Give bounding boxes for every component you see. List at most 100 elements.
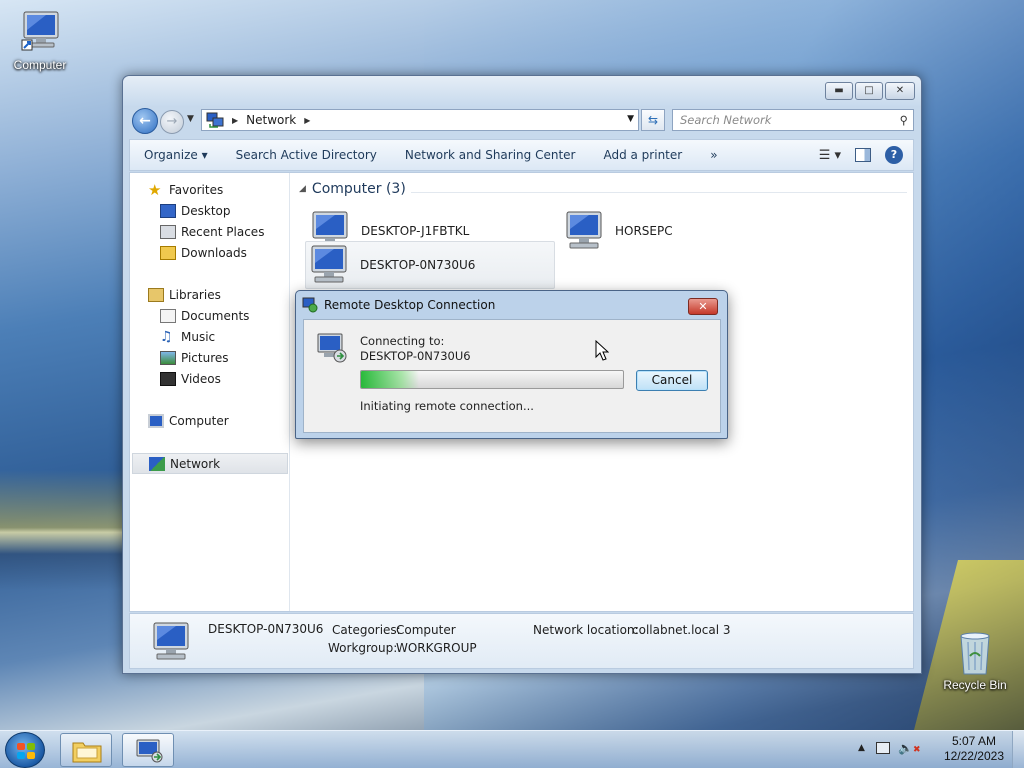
nav-libraries-label: Libraries bbox=[169, 288, 221, 302]
desktop-icon bbox=[160, 204, 176, 218]
breadcrumb-separator-icon: ▶ bbox=[232, 115, 239, 125]
remote-desktop-icon bbox=[136, 739, 163, 763]
nav-videos[interactable]: Videos bbox=[160, 372, 221, 386]
nav-music[interactable]: ♫ Music bbox=[160, 330, 215, 344]
search-input[interactable]: Search Network ⚲ bbox=[672, 109, 914, 131]
clock-date: 12/22/2023 bbox=[943, 749, 1004, 763]
refresh-button[interactable]: ⇆ bbox=[641, 109, 665, 131]
cancel-button[interactable]: Cancel bbox=[636, 370, 708, 391]
system-tray: ▲ 🔈✖ 5:07 AM 12/22/2023 bbox=[854, 731, 1024, 768]
details-workgroup-label: Workgroup: bbox=[328, 641, 398, 655]
progress-fill bbox=[361, 371, 419, 388]
caption-buttons: ▬ □ ✕ bbox=[825, 82, 915, 100]
taskbar-rdp-button[interactable] bbox=[122, 733, 174, 767]
nav-recent-label: Recent Places bbox=[181, 225, 265, 239]
nav-network-label: Network bbox=[170, 456, 221, 471]
more-commands-button[interactable]: » bbox=[696, 148, 731, 162]
breadcrumb-separator-icon[interactable]: ▶ bbox=[304, 116, 310, 125]
details-name: DESKTOP-0N730U6 bbox=[208, 622, 324, 636]
breadcrumb-network[interactable]: Network bbox=[246, 113, 296, 127]
clock-time: 5:07 AM bbox=[951, 734, 996, 748]
address-dropdown-icon[interactable]: ▼ bbox=[627, 114, 634, 124]
rdp-title-bar[interactable]: Remote Desktop Connection bbox=[302, 297, 495, 313]
window-title-bar[interactable] bbox=[123, 76, 921, 106]
nav-computer-label: Computer bbox=[169, 414, 229, 428]
maximize-button[interactable]: □ bbox=[855, 82, 883, 100]
minimize-button[interactable]: ▬ bbox=[825, 82, 853, 100]
start-button[interactable] bbox=[5, 732, 45, 768]
group-header-computer[interactable]: ◢ Computer (3) bbox=[299, 181, 406, 197]
rdp-close-button[interactable]: ✕ bbox=[688, 298, 718, 315]
star-icon: ★ bbox=[148, 181, 162, 199]
remote-desktop-icon bbox=[302, 297, 318, 313]
collapse-icon[interactable]: ◢ bbox=[299, 184, 306, 194]
connecting-target: DESKTOP-0N730U6 bbox=[360, 349, 471, 363]
address-row: ← → ▼ ▶ Network ▶ ▼ ⇆ Search Network ⚲ bbox=[129, 107, 914, 134]
address-bar[interactable]: ▶ Network ▶ ▼ bbox=[201, 109, 639, 131]
organize-button[interactable]: Organize ▾ bbox=[130, 148, 222, 162]
remote-desktop-icon bbox=[317, 333, 347, 363]
help-icon[interactable]: ? bbox=[885, 146, 903, 164]
nav-desktop-label: Desktop bbox=[181, 204, 231, 218]
preview-pane-icon[interactable] bbox=[855, 148, 871, 162]
recent-pages-dropdown[interactable]: ▼ bbox=[187, 114, 194, 124]
nav-computer[interactable]: Computer bbox=[148, 414, 229, 428]
desktop-icon-recycle-bin[interactable]: Recycle Bin bbox=[937, 630, 1013, 692]
computer-icon bbox=[311, 245, 347, 283]
videos-icon bbox=[160, 372, 176, 386]
computer-name: HORSEPC bbox=[615, 224, 673, 238]
downloads-icon bbox=[160, 246, 176, 260]
nav-pictures[interactable]: Pictures bbox=[160, 351, 229, 365]
nav-recent-places[interactable]: Recent Places bbox=[160, 225, 264, 239]
computer-icon bbox=[21, 11, 59, 51]
windows-logo-icon bbox=[17, 743, 35, 759]
close-button[interactable]: ✕ bbox=[885, 82, 915, 100]
desktop-icon-label: Recycle Bin bbox=[943, 678, 1007, 692]
add-printer-button[interactable]: Add a printer bbox=[589, 148, 696, 162]
desktop-icon-computer[interactable]: Computer bbox=[2, 10, 78, 72]
libraries-icon bbox=[148, 288, 164, 302]
back-button[interactable]: ← bbox=[132, 108, 158, 134]
details-location-label: Network location: bbox=[533, 623, 639, 637]
nav-documents-label: Documents bbox=[181, 309, 250, 323]
rdp-body: Connecting to: DESKTOP-0N730U6 Cancel In… bbox=[303, 319, 721, 433]
details-categories-value: Computer bbox=[396, 623, 456, 637]
nav-downloads[interactable]: Downloads bbox=[160, 246, 247, 260]
documents-icon bbox=[160, 309, 176, 323]
search-active-directory-button[interactable]: Search Active Directory bbox=[222, 148, 391, 162]
details-pane: DESKTOP-0N730U6 Categories: Computer Wor… bbox=[129, 613, 914, 669]
mouse-cursor-icon bbox=[595, 340, 609, 361]
nav-documents[interactable]: Documents bbox=[160, 309, 249, 323]
volume-muted-icon[interactable]: 🔈✖ bbox=[898, 741, 921, 755]
forward-button[interactable]: → bbox=[160, 110, 184, 134]
search-placeholder: Search Network bbox=[680, 113, 772, 127]
change-view-icon[interactable]: ☰ ▾ bbox=[819, 148, 841, 163]
nav-network[interactable]: Network bbox=[132, 453, 288, 474]
tray-expand-icon[interactable]: ▲ bbox=[858, 743, 865, 753]
show-desktop-button[interactable] bbox=[1012, 731, 1024, 768]
taskbar: ▲ 🔈✖ 5:07 AM 12/22/2023 bbox=[0, 730, 1024, 768]
network-icon bbox=[206, 112, 224, 128]
network-status-icon[interactable] bbox=[876, 742, 890, 754]
network-sharing-center-button[interactable]: Network and Sharing Center bbox=[391, 148, 590, 162]
nav-favorites[interactable]: ★ Favorites bbox=[148, 181, 224, 199]
group-title: Computer (3) bbox=[311, 181, 406, 197]
nav-desktop[interactable]: Desktop bbox=[160, 204, 231, 218]
nav-music-label: Music bbox=[181, 330, 216, 344]
computer-tile-selected[interactable]: DESKTOP-0N730U6 bbox=[305, 241, 555, 289]
recent-places-icon bbox=[160, 225, 176, 239]
taskbar-explorer-button[interactable] bbox=[60, 733, 112, 767]
search-icon[interactable]: ⚲ bbox=[900, 110, 908, 130]
nav-videos-label: Videos bbox=[181, 372, 221, 386]
connection-progress-bar bbox=[360, 370, 624, 389]
details-location-value: collabnet.local 3 bbox=[632, 623, 731, 637]
computer-icon bbox=[153, 622, 189, 660]
nav-libraries[interactable]: Libraries bbox=[148, 288, 221, 302]
clock[interactable]: 5:07 AM 12/22/2023 bbox=[944, 734, 1004, 764]
nav-favorites-label: Favorites bbox=[169, 183, 224, 197]
computer-tile[interactable]: HORSEPC bbox=[561, 207, 801, 255]
command-bar: Organize ▾ Search Active Directory Netwo… bbox=[129, 139, 914, 171]
network-icon bbox=[149, 456, 165, 471]
music-icon: ♫ bbox=[160, 329, 173, 345]
nav-downloads-label: Downloads bbox=[181, 246, 247, 260]
